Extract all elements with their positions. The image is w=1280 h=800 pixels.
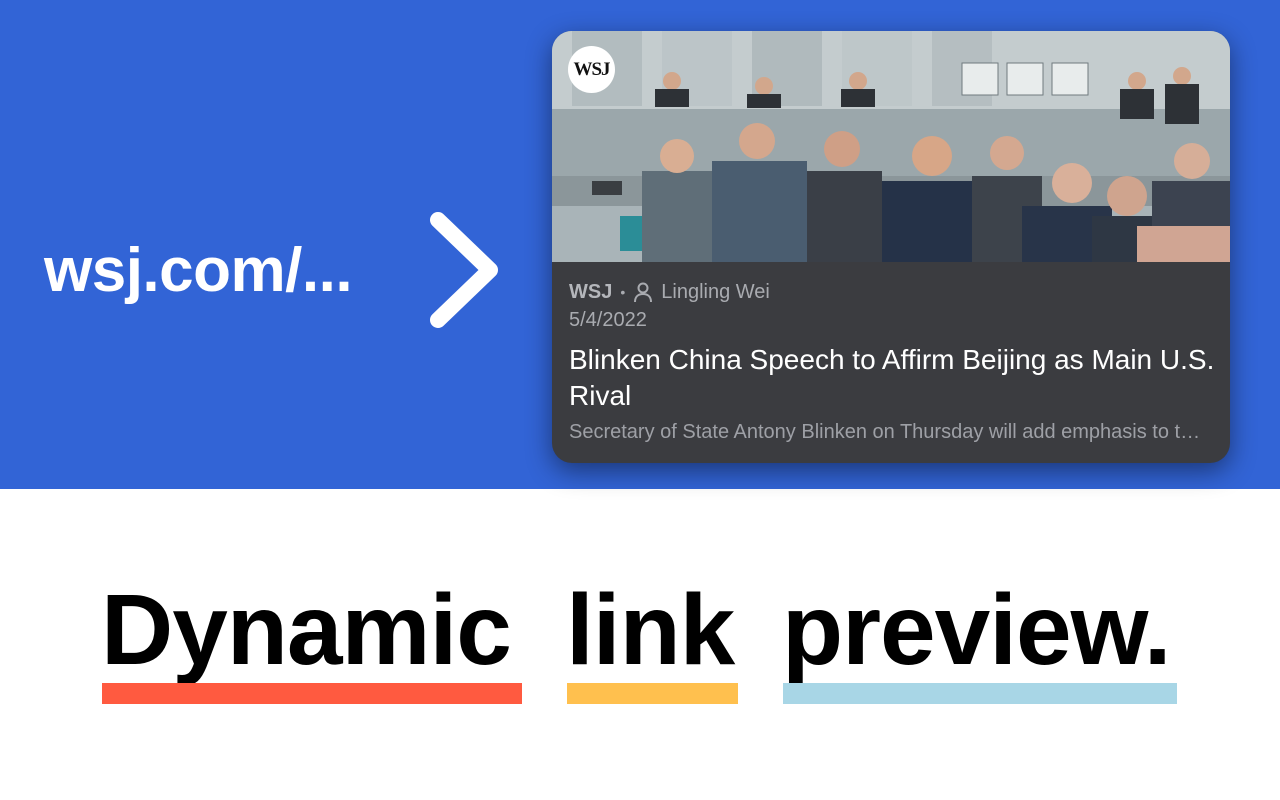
article-excerpt: Secretary of State Antony Blinken on Thu… xyxy=(569,421,1209,443)
chevron-right-icon xyxy=(430,212,498,328)
tagline-word-link: link xyxy=(566,574,735,686)
underline-preview xyxy=(783,683,1177,704)
link-preview-card[interactable]: WSJ WSJ • Lingling Wei 5/4/2022 Blinken … xyxy=(552,31,1230,463)
wsj-logo: WSJ xyxy=(568,46,615,93)
person-icon xyxy=(634,282,653,303)
source-name: WSJ xyxy=(569,280,613,303)
tagline-word-dynamic: Dynamic xyxy=(101,574,512,686)
meta-separator: • xyxy=(620,284,626,300)
tagline-word-preview: preview. xyxy=(782,574,1171,686)
author-name: Lingling Wei xyxy=(661,280,770,303)
underline-link xyxy=(567,683,738,704)
article-meta: WSJ • Lingling Wei xyxy=(569,280,770,304)
article-headline[interactable]: Blinken China Speech to Affirm Beijing a… xyxy=(569,342,1219,414)
tagline: Dynamic link preview. xyxy=(0,575,1280,685)
article-thumbnail: WSJ xyxy=(552,31,1230,262)
hero-banner: wsj.com/... WSJ WSJ • Lingling Wei 5/4/2… xyxy=(0,0,1280,489)
underline-dynamic xyxy=(102,683,522,704)
publish-date: 5/4/2022 xyxy=(569,309,647,331)
url-text: wsj.com/... xyxy=(44,236,353,305)
